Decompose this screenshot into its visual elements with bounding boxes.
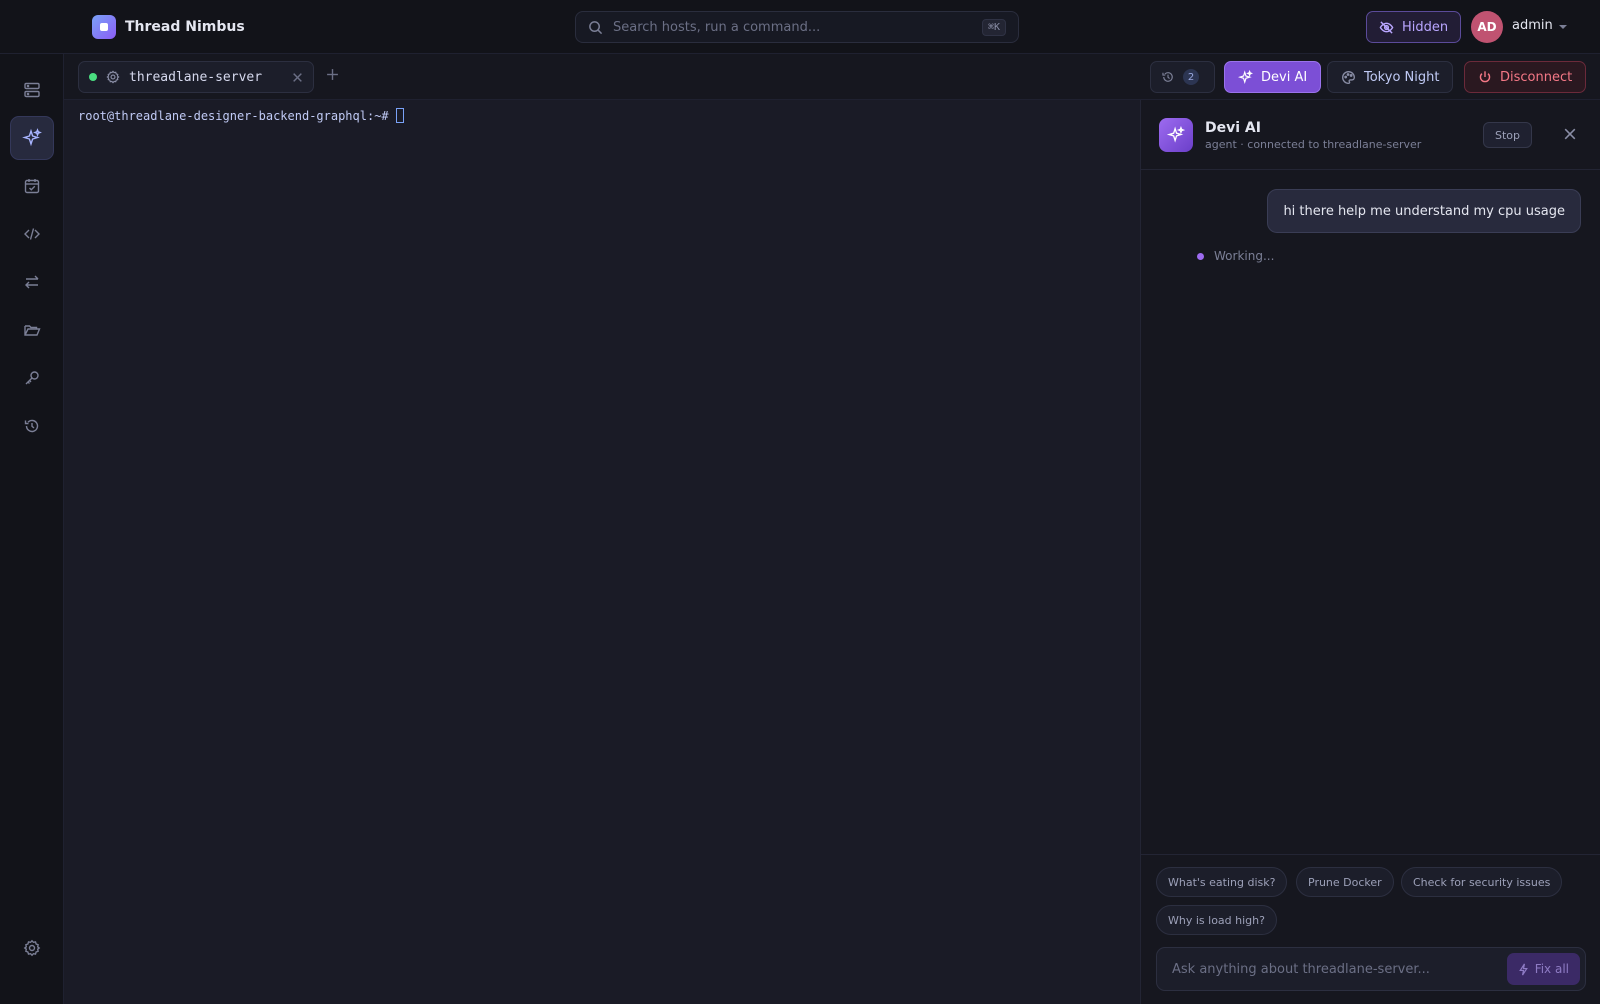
terminal-line: root@threadlane-designer-backend-graphql… — [78, 108, 1126, 123]
transfer-icon — [23, 273, 41, 291]
ai-assistant-panel: Devi AI agent · connected to threadlane-… — [1140, 100, 1600, 1004]
palette-icon — [1341, 70, 1356, 85]
search-input[interactable] — [613, 19, 982, 35]
key-icon — [23, 369, 41, 387]
gear-icon — [106, 70, 120, 84]
theme-button[interactable]: Tokyo Night — [1327, 61, 1454, 93]
settings-icon — [23, 939, 41, 957]
sidebar — [0, 54, 64, 1004]
history-icon — [23, 417, 41, 435]
ask-box[interactable]: Fix all — [1156, 947, 1586, 991]
ai-sparkle-icon — [1159, 118, 1193, 152]
sidebar-item-settings[interactable] — [10, 926, 54, 970]
session-tab-bar: threadlane-server 2 Devi AI Tokyo Night … — [64, 54, 1600, 100]
sidebar-item-snippets[interactable] — [10, 212, 54, 256]
server-icon — [23, 81, 41, 99]
chevron-down-icon[interactable] — [1558, 22, 1568, 32]
close-tab-icon[interactable] — [292, 72, 303, 83]
sidebar-item-files[interactable] — [10, 308, 54, 352]
suggestion-chip[interactable]: Prune Docker — [1296, 867, 1394, 897]
calendar-check-icon — [23, 177, 41, 195]
sidebar-item-tasks[interactable] — [10, 164, 54, 208]
fix-all-button[interactable]: Fix all — [1506, 953, 1580, 985]
bolt-icon — [1518, 963, 1529, 976]
eye-off-icon — [1379, 20, 1394, 35]
session-tab-label: threadlane-server — [129, 69, 263, 85]
user-message: hi there help me understand my cpu usage — [1267, 189, 1581, 233]
sidebar-item-history[interactable] — [10, 404, 54, 448]
brand[interactable]: Thread Nimbus — [92, 15, 245, 39]
disconnect-label: Disconnect — [1500, 69, 1573, 85]
visibility-label: Hidden — [1402, 19, 1449, 35]
sidebar-item-transfer[interactable] — [10, 260, 54, 304]
connection-status-dot — [89, 73, 97, 81]
search-shortcut: ⌘K — [981, 18, 1006, 36]
history-icon — [1161, 70, 1175, 84]
terminal-prompt: root@threadlane-designer-backend-graphql… — [78, 108, 389, 123]
working-dot — [1197, 252, 1204, 260]
top-bar: Thread Nimbus ⌘K Hidden AD admin — [0, 0, 1600, 54]
devi-ai-label: Devi AI — [1261, 69, 1308, 85]
stop-button[interactable]: Stop — [1483, 122, 1533, 148]
session-tab[interactable]: threadlane-server — [78, 61, 314, 93]
agent-status-text: Working... — [1214, 249, 1275, 263]
avatar[interactable]: AD — [1471, 11, 1503, 43]
close-icon[interactable] — [1564, 128, 1576, 140]
theme-label: Tokyo Night — [1364, 69, 1440, 85]
suggestion-chip[interactable]: Check for security issues — [1401, 867, 1563, 897]
terminal[interactable]: root@threadlane-designer-backend-graphql… — [64, 100, 1140, 1004]
code-icon — [23, 225, 41, 243]
ask-input[interactable] — [1172, 961, 1507, 977]
devi-ai-button[interactable]: Devi AI — [1224, 61, 1322, 93]
power-icon — [1478, 70, 1492, 84]
sidebar-item-hosts[interactable] — [10, 68, 54, 112]
ai-panel-header: Devi AI agent · connected to threadlane-… — [1141, 100, 1600, 170]
app-name: Thread Nimbus — [125, 19, 245, 35]
folder-icon — [23, 321, 41, 339]
agent-status: Working... — [1197, 249, 1274, 263]
command-history-button[interactable]: 2 — [1150, 61, 1215, 93]
sparkle-icon — [1238, 69, 1253, 85]
app-logo-icon — [92, 15, 116, 39]
ai-panel-subtitle: agent · connected to threadlane-server — [1205, 138, 1422, 151]
suggestion-chip[interactable]: Why is load high? — [1156, 905, 1277, 935]
history-count-badge: 2 — [1183, 69, 1199, 85]
add-tab-icon[interactable] — [326, 68, 339, 81]
suggestion-chip[interactable]: What's eating disk? — [1156, 867, 1288, 897]
fix-all-label: Fix all — [1534, 962, 1569, 976]
sidebar-item-keys[interactable] — [10, 356, 54, 400]
user-name[interactable]: admin — [1512, 18, 1553, 33]
search-bar[interactable]: ⌘K — [575, 11, 1019, 43]
sparkle-icon — [22, 128, 42, 148]
visibility-toggle-button[interactable]: Hidden — [1366, 11, 1462, 43]
disconnect-button[interactable]: Disconnect — [1464, 61, 1587, 93]
search-icon — [588, 20, 603, 35]
ai-panel-footer: What's eating disk? Prune Docker Check f… — [1141, 854, 1600, 1004]
sidebar-item-ai[interactable] — [10, 116, 54, 160]
terminal-cursor — [395, 108, 404, 123]
ai-panel-title: Devi AI — [1205, 120, 1261, 136]
